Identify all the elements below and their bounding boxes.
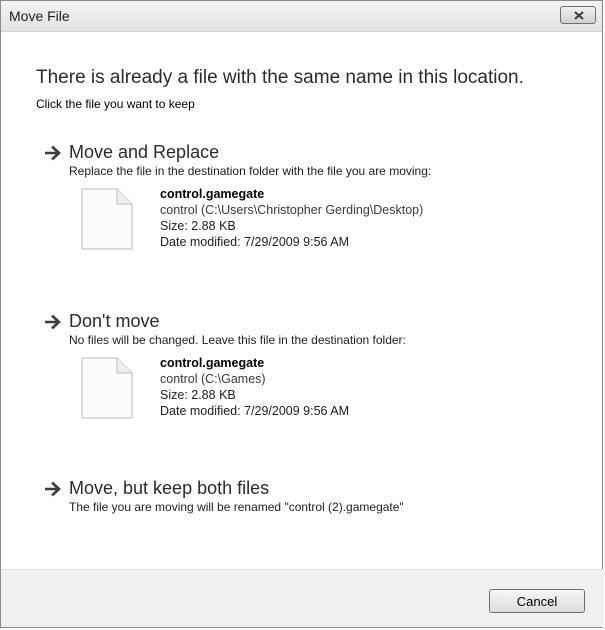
file-info: control.gamegate control (C:\Users\Chris… [81,186,561,266]
file-path: control (C:\Users\Christopher Gerding\De… [160,203,424,217]
dialog-heading: There is already a file with the same na… [36,67,524,88]
file-size: Size: 2.88 KB [160,388,236,402]
move-file-dialog: Move File There is already a file with t… [0,0,604,628]
title-bar: Move File [1,1,602,32]
file-size: Size: 2.88 KB [160,219,236,233]
close-icon [574,11,584,20]
window-title: Move File [9,8,70,24]
option-move-and-replace[interactable]: Move and Replace Replace the file in the… [45,142,565,274]
option-title: Don't move [69,311,160,331]
dialog-instruction: Click the file you want to keep [36,97,195,111]
file-name: control.gamegate [160,356,265,370]
file-path: control (C:\Games) [160,372,266,386]
dialog-footer: Cancel [1,569,604,627]
option-keep-both[interactable]: Move, but keep both files The file you a… [45,478,565,522]
close-button[interactable] [560,6,596,24]
option-dont-move[interactable]: Don't move No files will be changed. Lea… [45,311,565,443]
file-icon [81,357,133,419]
file-info: control.gamegate control (C:\Games) Size… [81,355,561,435]
cancel-button[interactable]: Cancel [489,589,585,613]
arrow-right-icon [45,314,61,330]
file-name: control.gamegate [160,187,265,201]
option-title: Move, but keep both files [69,478,270,498]
file-icon [81,188,133,250]
arrow-right-icon [45,481,61,497]
option-title: Move and Replace [69,142,220,162]
option-description: The file you are moving will be renamed … [69,500,404,514]
option-description: No files will be changed. Leave this fil… [69,333,406,347]
arrow-right-icon [45,145,61,161]
file-date-modified: Date modified: 7/29/2009 9:56 AM [160,404,350,418]
option-description: Replace the file in the destination fold… [69,164,432,178]
file-date-modified: Date modified: 7/29/2009 9:56 AM [160,235,350,249]
